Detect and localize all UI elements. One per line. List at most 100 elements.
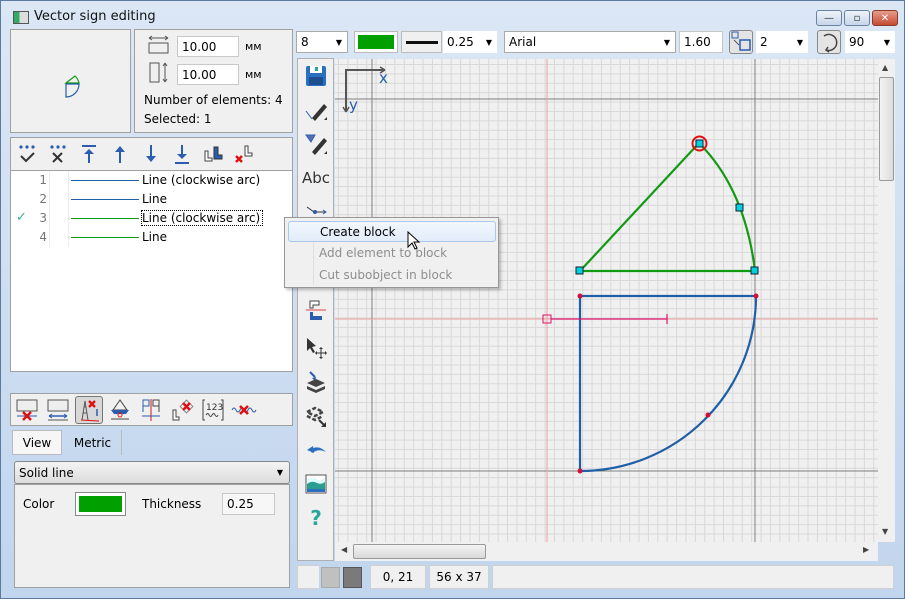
list-item[interactable]: 4 Line xyxy=(11,228,292,247)
menu-item-label: Add element to block xyxy=(319,246,448,260)
numbering-button[interactable]: 123 xyxy=(200,397,226,423)
stretch-button[interactable] xyxy=(45,397,71,423)
line-style-select[interactable]: Solid line ▼ xyxy=(14,461,290,484)
anchor-button[interactable] xyxy=(107,397,133,423)
draw-polygon-button[interactable] xyxy=(303,131,329,157)
chevron-down-icon: ▼ xyxy=(663,37,671,47)
size-panel: мм мм Number of elements: 4 Selected: 1 xyxy=(134,29,293,133)
list-item[interactable]: 1 Line (clockwise arc) xyxy=(11,171,292,190)
scroll-up-icon[interactable]: ▲ xyxy=(882,63,888,72)
node-point[interactable] xyxy=(705,412,711,418)
green-line-side[interactable] xyxy=(579,142,700,272)
align-button[interactable] xyxy=(303,297,329,323)
node-point[interactable] xyxy=(735,203,744,212)
item-label: Line (clockwise arc) xyxy=(142,173,261,187)
list-item[interactable]: 2 Line xyxy=(11,190,292,209)
color-picker[interactable] xyxy=(75,492,126,516)
node-point[interactable] xyxy=(695,139,704,148)
node-point[interactable] xyxy=(753,293,759,299)
delete-node-button[interactable] xyxy=(169,397,195,423)
move-top-button[interactable] xyxy=(76,141,102,167)
mirror-button[interactable] xyxy=(138,397,164,423)
node-point[interactable] xyxy=(750,266,759,275)
export-object-button[interactable] xyxy=(303,403,329,429)
chevron-down-icon: ▼ xyxy=(883,37,891,47)
menu-item-cut-subobject[interactable]: Cut subobject in block xyxy=(288,265,496,286)
vertical-scroll-thumb[interactable] xyxy=(879,77,894,181)
cursor-coords: 0, 21 xyxy=(370,565,426,589)
menu-item-label: Cut subobject in block xyxy=(319,268,453,282)
size-select[interactable]: 8 ▼ xyxy=(296,31,348,53)
scroll-down-icon[interactable]: ▼ xyxy=(882,527,888,536)
draw-polygon-icon xyxy=(305,134,327,155)
save-icon xyxy=(306,66,326,86)
node-point[interactable] xyxy=(575,266,584,275)
insert-object-button[interactable] xyxy=(303,369,329,395)
group-button[interactable] xyxy=(200,141,226,167)
move-up-button[interactable] xyxy=(107,141,133,167)
delete-segment-button[interactable] xyxy=(14,397,40,423)
step-select[interactable]: 2 ▼ xyxy=(756,31,808,53)
maximize-button[interactable]: ▫ xyxy=(844,10,870,26)
node-point[interactable] xyxy=(577,293,583,299)
line-style-value: Solid line xyxy=(19,465,74,480)
element-list: 1 Line (clockwise arc) 2 Line ✓ 3 Line (clockw… xyxy=(10,170,293,372)
item-number: 3 xyxy=(39,211,47,225)
angle-select[interactable]: 90 ▼ xyxy=(845,31,895,53)
scroll-right-icon[interactable]: ▶ xyxy=(863,545,869,554)
delete-wave-button[interactable] xyxy=(231,397,257,423)
width-icon xyxy=(148,35,169,54)
deselect-all-button[interactable] xyxy=(45,141,71,167)
horizontal-scroll-thumb[interactable] xyxy=(353,544,486,559)
canvas-drawing: x y xyxy=(335,59,878,542)
select-move-button[interactable] xyxy=(303,335,329,361)
font-size-input[interactable] xyxy=(679,31,723,53)
close-button[interactable]: ✕ xyxy=(872,10,898,26)
drawing-canvas[interactable]: x y xyxy=(335,59,878,542)
draw-line-button[interactable] xyxy=(303,97,329,123)
help-button[interactable]: ? xyxy=(303,505,329,531)
node-point[interactable] xyxy=(577,468,583,474)
select-all-button[interactable] xyxy=(14,141,40,167)
preview-panel xyxy=(10,29,131,133)
tower-tool-button[interactable] xyxy=(75,396,103,424)
blue-arc[interactable] xyxy=(579,295,758,473)
vertical-scrollbar[interactable]: ▲ ▼ xyxy=(878,59,895,542)
horizontal-scrollbar[interactable]: ◀ ▶ xyxy=(335,542,878,561)
move-bottom-button[interactable] xyxy=(169,141,195,167)
undo-button[interactable] xyxy=(303,437,329,463)
save-button[interactable] xyxy=(303,63,329,89)
app-icon xyxy=(13,11,29,24)
step-button[interactable] xyxy=(729,30,753,54)
move-down-button[interactable] xyxy=(138,141,164,167)
width-input[interactable] xyxy=(177,36,239,57)
background-image-button[interactable] xyxy=(303,471,329,497)
line-type-button[interactable] xyxy=(401,31,442,53)
font-select[interactable]: Arial ▼ xyxy=(504,31,676,53)
list-item[interactable]: ✓ 3 Line (clockwise arc) xyxy=(11,209,292,228)
stretch-icon xyxy=(47,399,69,421)
width-unit: мм xyxy=(245,40,262,53)
minimize-button[interactable]: — xyxy=(816,10,842,26)
tab-metric[interactable]: Metric xyxy=(64,430,122,455)
thickness-input[interactable] xyxy=(222,493,275,515)
numbering-icon: 123 xyxy=(202,399,224,421)
scroll-left-icon[interactable]: ◀ xyxy=(341,545,347,554)
ungroup-button[interactable] xyxy=(231,141,257,167)
tools-toolbar: 123 xyxy=(10,393,293,426)
angle-select-value: 90 xyxy=(849,35,865,49)
rotate-button[interactable] xyxy=(817,30,841,54)
line-color-sample xyxy=(71,180,139,181)
tab-view[interactable]: View xyxy=(12,430,62,455)
text-tool-button[interactable]: Abc xyxy=(301,165,331,191)
ungroup-icon xyxy=(235,145,253,163)
height-input[interactable] xyxy=(177,64,239,85)
thickness-select[interactable]: 0.25 ▼ xyxy=(443,31,497,53)
stroke-color-button[interactable] xyxy=(354,31,398,53)
green-arc[interactable] xyxy=(698,142,757,272)
background-color-swatch[interactable] xyxy=(321,567,340,588)
menu-item-add-element[interactable]: Add element to block xyxy=(288,243,496,264)
align-icon xyxy=(306,300,326,320)
foreground-color-swatch[interactable] xyxy=(343,567,362,588)
menu-item-create-block[interactable]: Create block xyxy=(288,221,496,242)
